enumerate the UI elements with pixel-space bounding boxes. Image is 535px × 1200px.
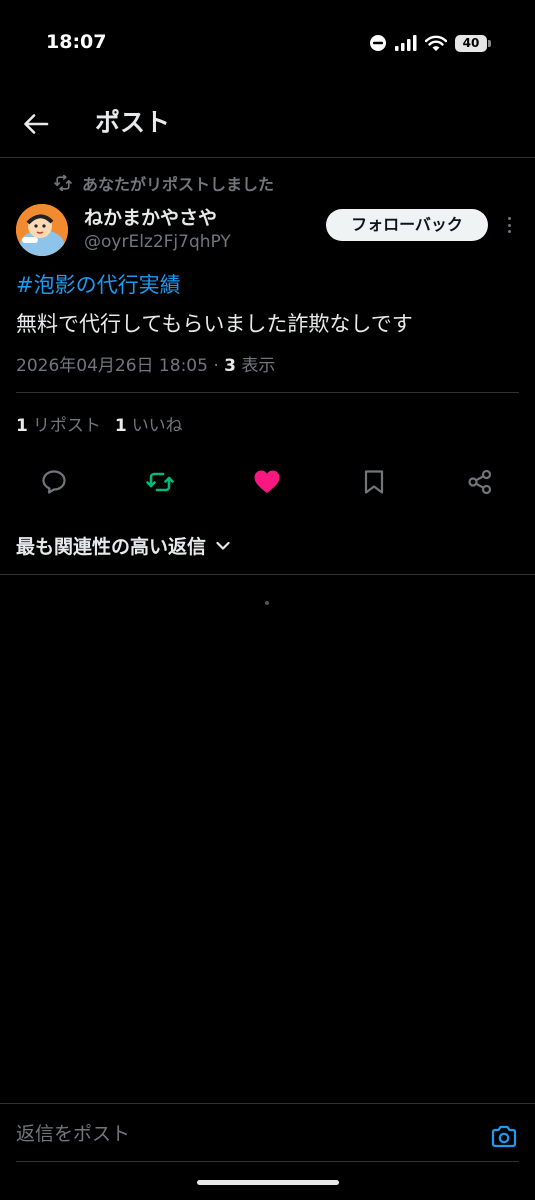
like-count-label: いいね <box>131 416 183 436</box>
post-meta: 2026年04月26日 18:05 · 3 表示 <box>16 351 275 376</box>
arrow-left-icon <box>24 114 49 134</box>
like-button[interactable] <box>251 466 283 498</box>
meta-separator: · <box>213 356 219 376</box>
divider <box>16 392 519 393</box>
status-time: 18:07 <box>46 31 107 53</box>
follow-back-button[interactable]: フォローバック <box>326 209 488 241</box>
reply-button[interactable] <box>38 466 70 498</box>
dot-icon <box>507 230 511 233</box>
bookmark-button[interactable] <box>358 466 390 498</box>
chevron-down-icon <box>216 541 230 550</box>
views-count: 3 <box>224 356 236 376</box>
action-bar <box>0 462 535 502</box>
divider <box>0 574 535 575</box>
repost-indicator: あなたがリポストしました <box>54 171 274 195</box>
engagement-counts: 1 リポスト 1 いいね <box>16 411 183 436</box>
header: ポスト <box>0 88 535 158</box>
author-name[interactable]: ねかまかやさや <box>84 203 217 230</box>
repost-count: 1 <box>16 416 28 436</box>
dot-icon <box>507 223 511 227</box>
back-button[interactable] <box>18 106 54 142</box>
home-indicator[interactable] <box>197 1180 339 1185</box>
share-icon <box>468 469 492 495</box>
status-bar: 18:07 40 <box>0 0 535 88</box>
share-button[interactable] <box>464 466 496 498</box>
bookmark-icon <box>364 470 384 494</box>
author-handle[interactable]: @oyrElz2Fj7qhPY <box>84 232 231 252</box>
battery-icon: 40 <box>455 34 491 52</box>
repost-icon <box>146 472 174 492</box>
repost-label: あなたがリポストしました <box>82 175 275 194</box>
like-count-link[interactable]: 1 いいね <box>115 411 183 436</box>
post-timestamp[interactable]: 2026年04月26日 18:05 <box>16 356 208 376</box>
dot-icon <box>507 217 511 220</box>
repost-button[interactable] <box>144 466 176 498</box>
page-title: ポスト <box>95 108 171 137</box>
reply-icon <box>42 470 66 494</box>
like-icon <box>254 470 280 493</box>
hashtag-link[interactable]: #泡影の代行実績 <box>16 269 181 299</box>
reply-underline <box>16 1161 519 1162</box>
reply-sort-dropdown[interactable]: 最も関連性の高い返信 <box>16 532 230 559</box>
repost-count-label: リポスト <box>32 416 101 436</box>
status-icons: 40 <box>369 32 491 54</box>
views-label: 表示 <box>241 356 276 376</box>
battery-level: 40 <box>455 34 487 52</box>
reply-bar <box>0 1103 535 1163</box>
dnd-icon <box>370 35 386 51</box>
more-options-button[interactable] <box>502 214 516 236</box>
reply-input[interactable] <box>16 1116 476 1152</box>
repost-count-link[interactable]: 1 リポスト <box>16 411 101 436</box>
avatar[interactable] <box>16 204 68 256</box>
repost-small-icon <box>54 175 72 191</box>
camera-icon <box>491 1125 517 1148</box>
camera-button[interactable] <box>489 1123 519 1151</box>
wifi-icon <box>425 35 447 51</box>
avatar-image <box>16 204 68 256</box>
reply-sort-label: 最も関連性の高い返信 <box>16 536 207 558</box>
like-count: 1 <box>114 416 127 436</box>
post-text: 無料で代行してもらいました詐欺なしです <box>16 312 413 336</box>
loading-indicator <box>265 601 269 605</box>
signal-icon <box>395 35 417 51</box>
